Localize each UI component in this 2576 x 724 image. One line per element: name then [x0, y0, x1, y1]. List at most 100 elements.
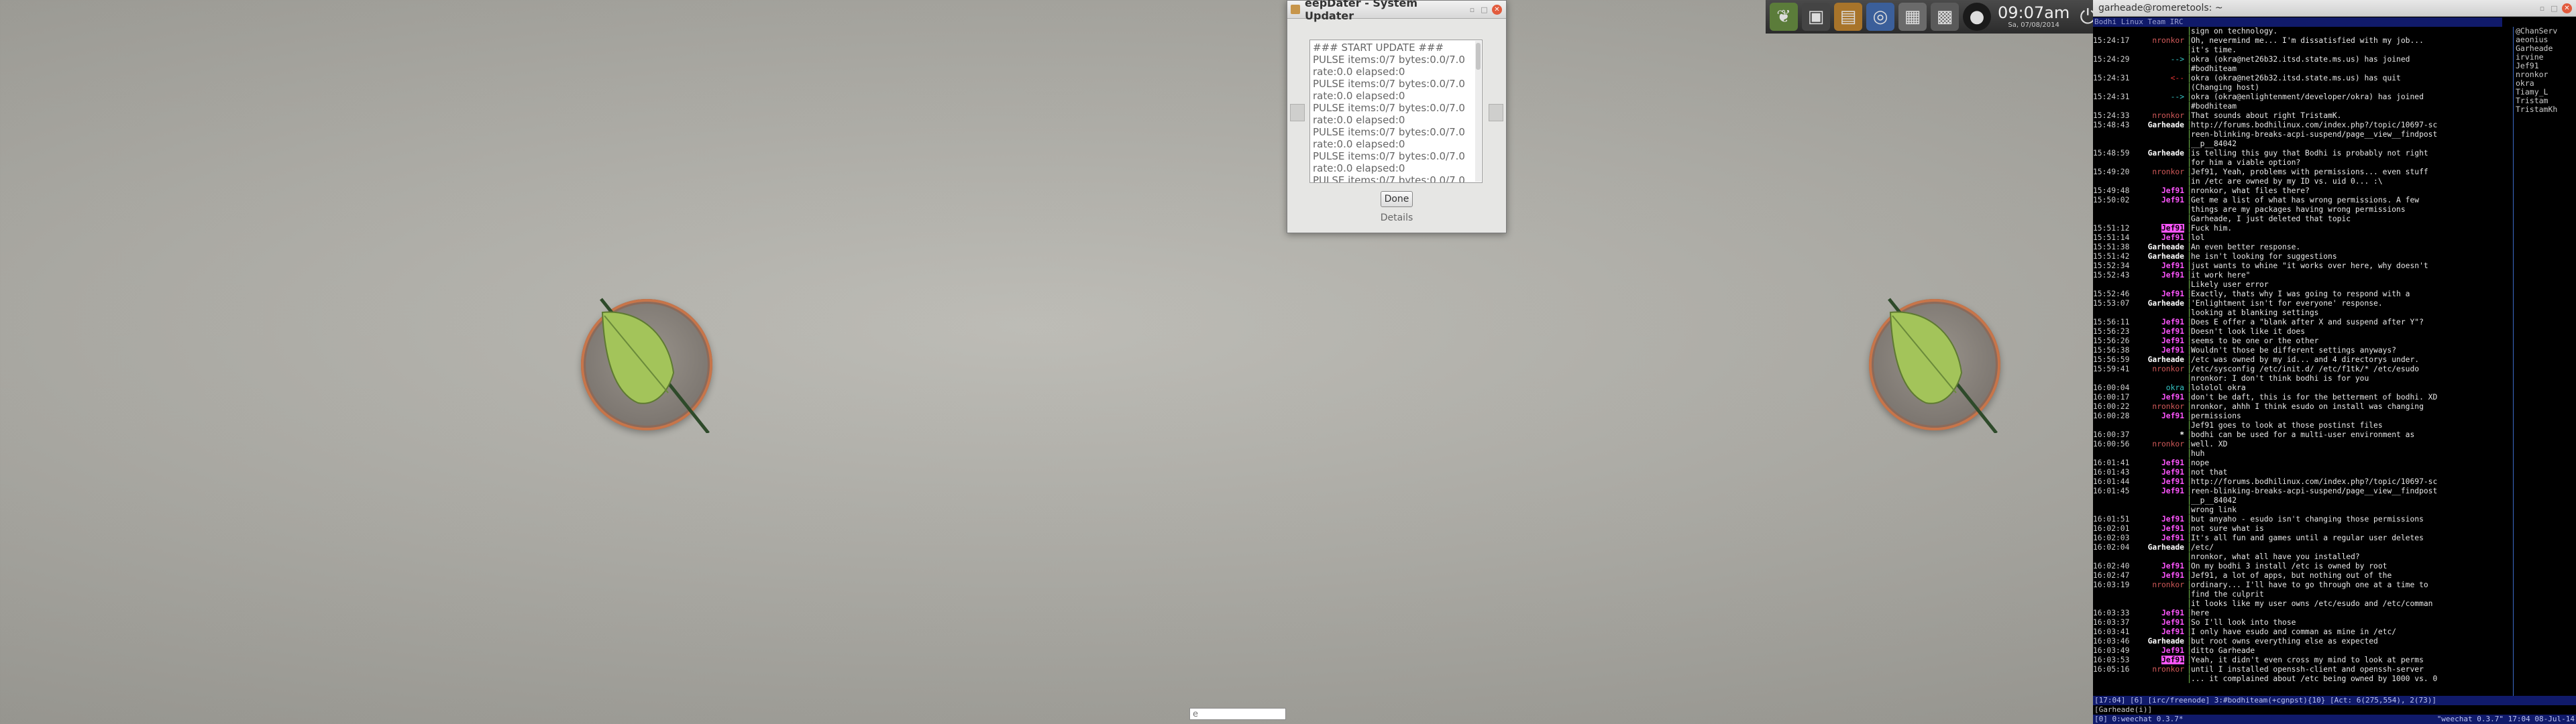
chat-line: 16:00:04 okra │ lololol okra — [2093, 383, 2501, 393]
clock-date: Sa, 07/08/2014 — [2008, 21, 2059, 29]
message-text: Exactly, thats why I was going to respon… — [2191, 290, 2410, 298]
maximize-icon[interactable]: □ — [1480, 5, 1489, 14]
nick: nronkor — [2152, 665, 2184, 674]
log-line: PULSE items:0/7 bytes:0.0/7.0 — [1313, 174, 1465, 183]
nick: Jef91 — [2161, 524, 2184, 533]
bodhi-leaf-icon[interactable] — [1862, 292, 2003, 433]
chat-line: 15:53:07 Garheade │ 'Enlightment isn't for … — [2093, 299, 2501, 308]
timestamp: 15:24:29 — [2093, 55, 2130, 64]
pager-icon[interactable]: ▩ — [1931, 3, 1959, 31]
file-manager-icon[interactable]: ▤ — [1834, 3, 1862, 31]
left-side-handle[interactable] — [1290, 104, 1305, 121]
log-line: rate:0.0 elapsed:0 — [1313, 162, 1405, 174]
nick: Jef91 — [2161, 393, 2184, 402]
minimize-icon[interactable]: ▫ — [2538, 4, 2546, 13]
log-line: PULSE items:0/7 bytes:0.0/7.0 — [1313, 150, 1465, 162]
chat-line: 15:52:34 Jef91 │ just wants to whine "it wo… — [2093, 261, 2501, 271]
message-text: here — [2191, 609, 2210, 617]
message-text: ... it complained about /etc being owned… — [2191, 674, 2438, 683]
timestamp: 15:24:31 — [2093, 74, 2130, 82]
timestamp: 15:50:02 — [2093, 196, 2130, 204]
nick: Jef91 — [2161, 459, 2184, 467]
message-text: __p__84042 — [2191, 139, 2237, 148]
minimize-icon[interactable]: ▫ — [1468, 5, 1477, 14]
log-line: PULSE items:0/7 bytes:0.0/7.0 — [1313, 126, 1465, 138]
message-text: okra (okra@enlightenment/developer/okra)… — [2191, 93, 2424, 101]
timestamp: 16:00:22 — [2093, 402, 2130, 411]
nick: Jef91 — [2161, 487, 2184, 495]
nicklist-item[interactable]: TristamKh — [2516, 105, 2576, 114]
chat-line: 15:56:23 Jef91 │ Doesn't look like it does — [2093, 327, 2501, 337]
timestamp: 15:56:59 — [2093, 355, 2130, 364]
terminal-titlebar[interactable]: garheade@romeretools: ~ ▫ □ ✕ — [2093, 0, 2576, 17]
nick: Garheade — [2147, 299, 2184, 308]
message-text: not that — [2191, 468, 2228, 477]
nick: Jef91 — [2161, 346, 2184, 355]
chat-line: │ huh — [2093, 449, 2501, 459]
close-icon[interactable]: ✕ — [2562, 3, 2572, 13]
chat-line: 15:51:14 Jef91 │ lol — [2093, 233, 2501, 243]
chat-line: 16:02:47 Jef91 │ Jef91, a lot of apps, but … — [2093, 571, 2501, 581]
chat-line: 15:52:43 Jef91 │ it work here" — [2093, 271, 2501, 280]
maximize-icon[interactable]: □ — [2550, 4, 2559, 13]
chat-line: │ it looks like my user owns /etc/esudo a… — [2093, 599, 2501, 609]
message-text: ditto Garheade — [2191, 646, 2255, 655]
nick: Garheade — [2147, 252, 2184, 261]
chat-line: 16:02:03 Jef91 │ It's all fun and games unt… — [2093, 534, 2501, 543]
chat-line: 16:00:56 nronkor │ well. XD — [2093, 440, 2501, 449]
message-text: huh — [2191, 449, 2205, 458]
log-scrollbar[interactable] — [1475, 41, 1481, 182]
details-expander[interactable]: Details — [1287, 213, 1506, 223]
chat-line: │ Garheade, I just deleted that topic — [2093, 215, 2501, 224]
browser-icon[interactable]: ◎ — [1866, 3, 1894, 31]
message-text: So I'll look into those — [2191, 618, 2296, 627]
chat-line: │ Likely user error — [2093, 280, 2501, 290]
nick: Jef91 — [2161, 571, 2184, 580]
done-button[interactable]: Done — [1381, 191, 1413, 207]
terminal-icon[interactable]: ▣ — [1802, 3, 1830, 31]
timestamp: 16:00:56 — [2093, 440, 2130, 448]
nick: Jef91 — [2161, 646, 2184, 655]
bodhi-leaf-icon[interactable] — [574, 292, 715, 433]
timestamp: 15:51:14 — [2093, 233, 2130, 242]
timestamp — [2093, 449, 2135, 459]
chat-line: 16:05:16 nronkor │ until I installed openss… — [2093, 665, 2501, 674]
message-text: things are my packages having wrong perm… — [2191, 205, 2406, 214]
chat-line: 16:01:45 Jef91 │ reen-blinking-breaks-acpi-… — [2093, 487, 2501, 496]
status-bar: [17:04] [6] [irc/freenode] 3:#bodhiteam(… — [2093, 696, 2576, 705]
message-text: (Changing host) — [2191, 83, 2260, 92]
shelf-clock[interactable]: 09:07am Sa, 07/08/2014 — [1998, 4, 2070, 29]
message-text: nronkor, what all have you installed? — [2191, 552, 2360, 561]
message-text: http://forums.bodhilinux.com/index.php?/… — [2191, 477, 2438, 486]
app-icon — [1291, 5, 1300, 14]
chat-line: 15:56:26 Jef91 │ seems to be one or the oth… — [2093, 337, 2501, 346]
desktop-search-input[interactable]: e — [1189, 708, 1286, 720]
message-text: okra (okra@net26b32.itsd.state.ms.us) ha… — [2191, 55, 2410, 64]
chat-line: 16:02:04 Garheade │/etc/ — [2093, 543, 2501, 552]
updater-window: eepDater - System Updater ▫ □ ✕ ### STAR… — [1287, 0, 1507, 233]
chat-line: 16:00:28 Jef91 │ permissions — [2093, 412, 2501, 421]
timestamp — [2093, 27, 2135, 36]
timestamp: 16:03:37 — [2093, 618, 2130, 627]
timestamp: 15:56:26 — [2093, 337, 2130, 345]
log-line: PULSE items:0/7 bytes:0.0/7.0 — [1313, 78, 1465, 90]
nicklist-divider — [2513, 27, 2514, 704]
right-side-handle[interactable] — [1489, 104, 1503, 121]
message-text: reen-blinking-breaks-acpi-suspend/page__… — [2191, 130, 2438, 139]
nick: nronkor — [2152, 36, 2184, 45]
updater-titlebar[interactable]: eepDater - System Updater ▫ □ ✕ — [1287, 0, 1506, 22]
timestamp — [2093, 280, 2135, 290]
chat-line: 16:03:33 Jef91 │ here — [2093, 609, 2501, 618]
chat-input[interactable]: [Garheade(i)] — [2093, 705, 2576, 715]
chat-line: 15:51:42 Garheade │ he isn't looking for su… — [2093, 252, 2501, 261]
close-icon[interactable]: ✕ — [1492, 4, 1502, 15]
chat-line: │ nronkor, what all have you installed? — [2093, 552, 2501, 562]
message-text: nronkor, ahhh I think esudo on install w… — [2191, 402, 2424, 411]
message-text: 'Enlightment isn't for everyone' respons… — [2191, 299, 2383, 308]
timestamp — [2093, 205, 2135, 215]
chat-line: 15:56:11 Jef91 │ Does E offer a "blank afte… — [2093, 318, 2501, 327]
nick: Garheade — [2147, 149, 2184, 158]
timestamp: 16:01:45 — [2093, 487, 2130, 495]
window-list-icon[interactable]: ▦ — [1898, 3, 1927, 31]
leaf-launcher-icon[interactable]: ❦ — [1770, 3, 1798, 31]
